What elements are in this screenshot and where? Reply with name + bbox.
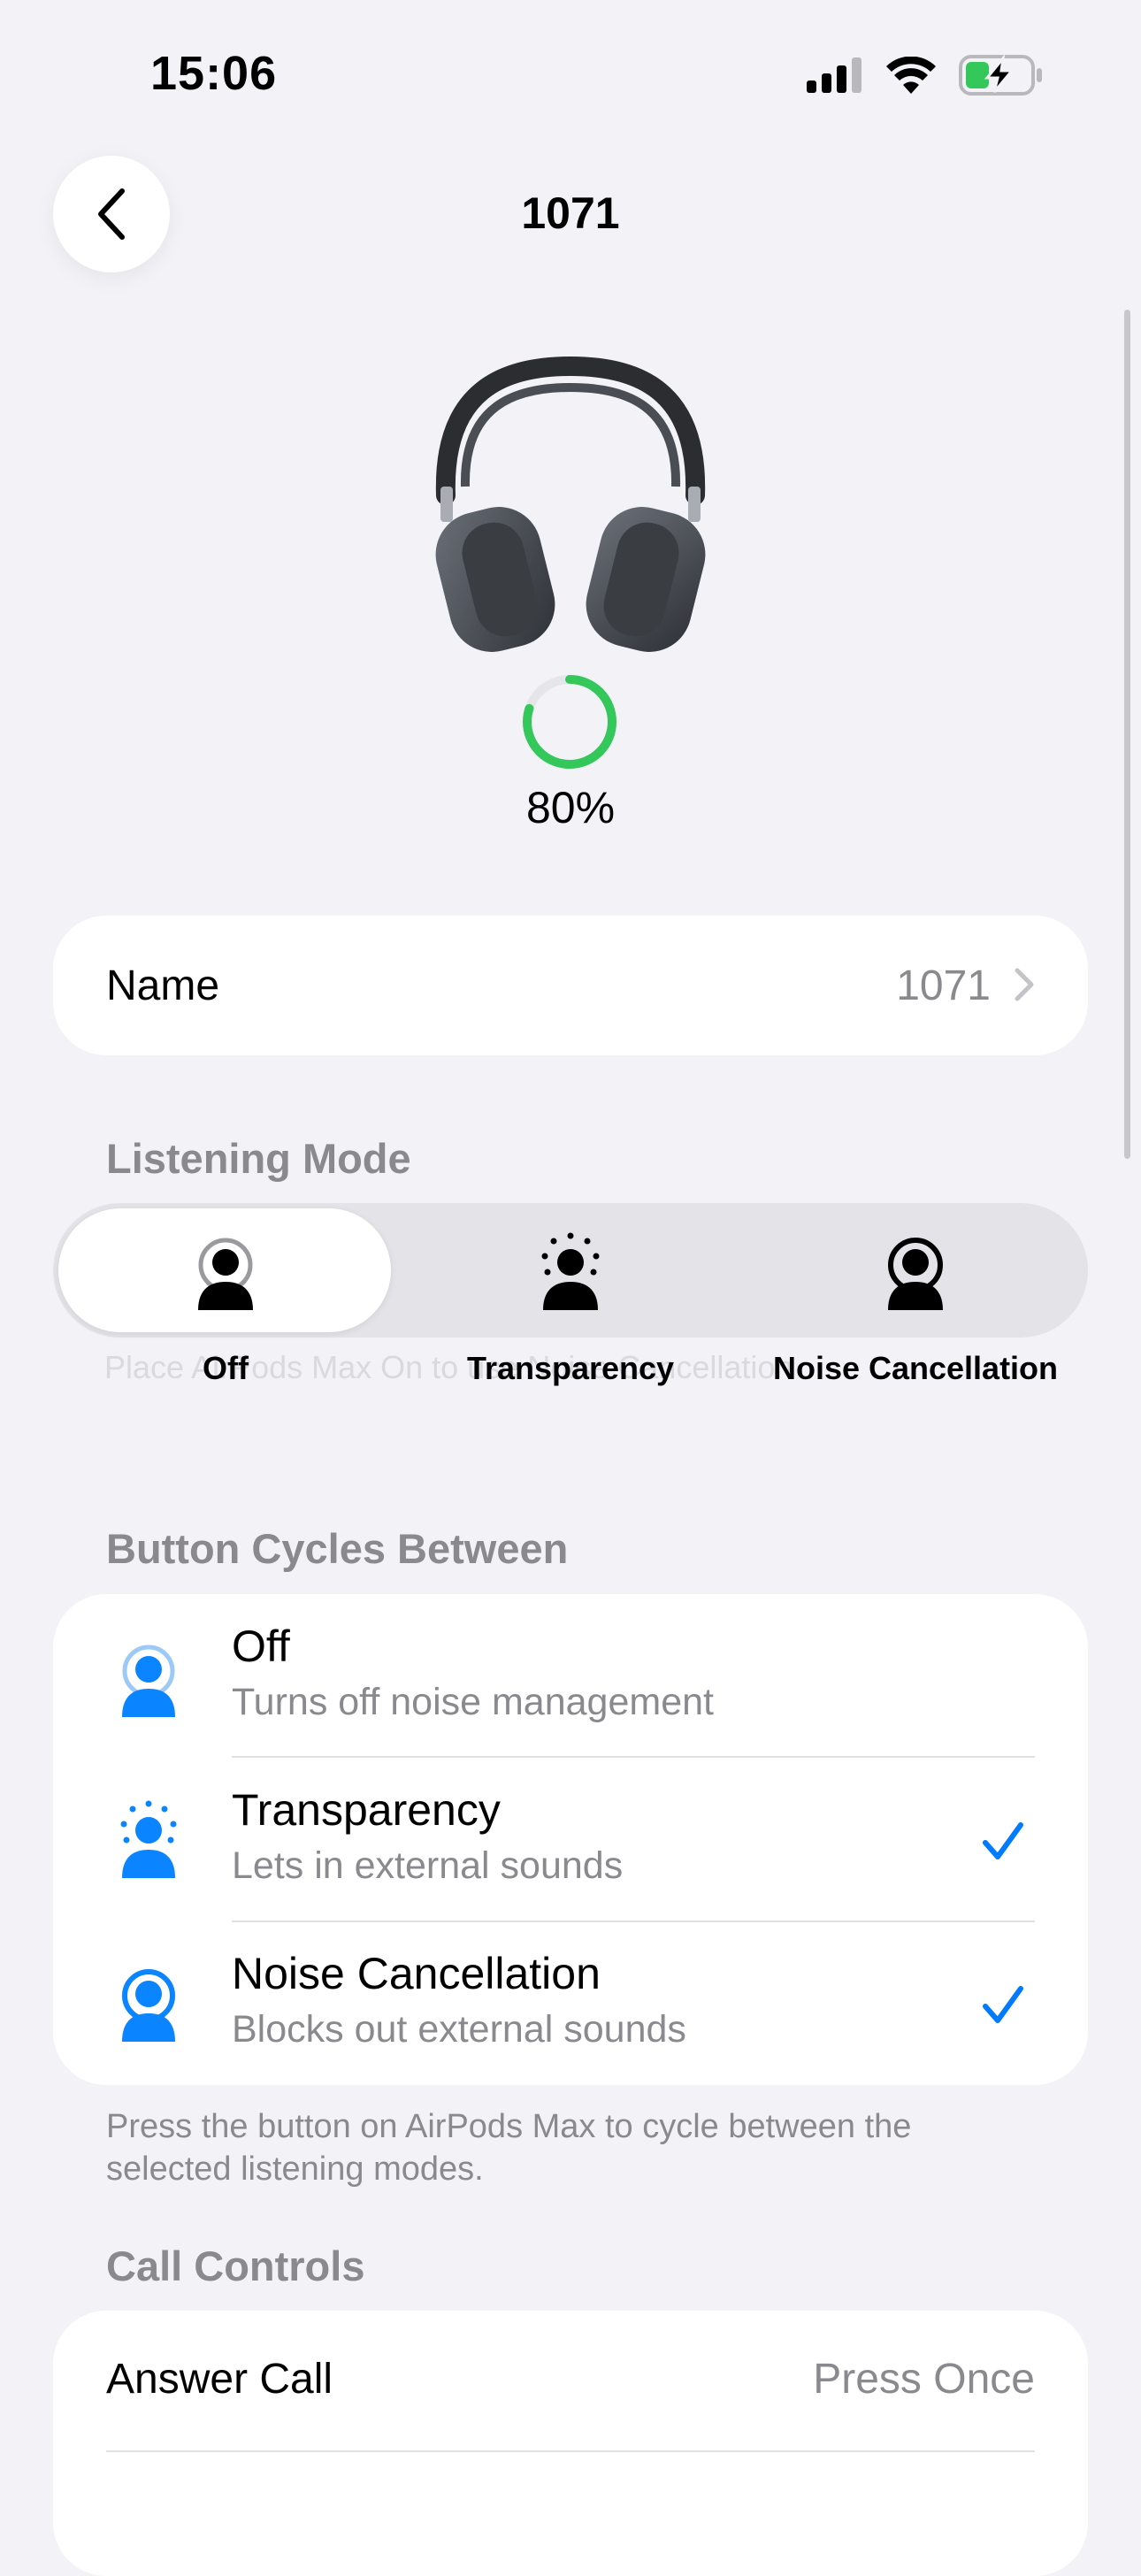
option-title: Noise Cancellation [232, 1949, 601, 1998]
battery-percentage: 80% [525, 783, 616, 832]
answer-call-label: Answer Call [106, 2356, 333, 2403]
name-label: Name [106, 962, 220, 1009]
button-cycles-list: Off Turns off noise management Transpare… [53, 1594, 1088, 2085]
transparency-blue-icon [120, 1800, 177, 1878]
answer-call-value: Press Once [813, 2356, 1035, 2403]
call-controls-list: Answer Call Press Once [53, 2311, 1088, 2576]
listening-off-blue-icon [122, 1644, 175, 1717]
headphones-image [435, 356, 706, 652]
checkmark-icon [983, 1822, 1023, 1859]
name-value: 1071 [896, 962, 991, 1009]
transparency-icon[interactable] [541, 1232, 600, 1310]
battery-ring [523, 675, 616, 769]
cycle-option-off[interactable]: Off Turns off noise management [53, 1594, 1088, 1758]
segment-transparency[interactable]: Transparency [420, 1350, 721, 1387]
option-title: Off [232, 1622, 290, 1671]
call-controls-header: Call Controls [106, 2242, 365, 2289]
segment-noise-cancellation[interactable]: Noise Cancellation [765, 1350, 1066, 1387]
option-subtitle: Blocks out external sounds [232, 2008, 686, 2051]
option-title: Transparency [232, 1785, 501, 1835]
cycle-option-transparency[interactable]: Transparency Lets in external sounds [53, 1758, 1088, 1921]
listening-off-icon[interactable] [196, 1236, 255, 1310]
cellular-signal-icon [807, 58, 861, 93]
checkmark-icon [983, 1986, 1023, 2023]
option-subtitle: Lets in external sounds [232, 1844, 624, 1887]
page-title: 1071 [521, 188, 620, 238]
button-cycles-footnote: Press the button on AirPods Max to cycle… [106, 2108, 912, 2188]
listening-mode-header: Listening Mode [106, 1135, 411, 1182]
wifi-icon [886, 57, 936, 94]
name-row[interactable]: Name 1071 [53, 916, 1088, 1055]
status-time: 15:06 [150, 47, 278, 100]
option-subtitle: Turns off noise management [232, 1681, 714, 1723]
status-icons [807, 53, 1044, 97]
segment-off[interactable]: Off [75, 1350, 376, 1387]
chevron-right-icon [1015, 968, 1034, 1001]
button-cycles-header: Button Cycles Between [106, 1525, 569, 1572]
scrollbar[interactable] [1124, 310, 1130, 1159]
divider [106, 2450, 1035, 2452]
noise-cancellation-icon[interactable] [886, 1236, 945, 1310]
cycle-option-noise-cancellation[interactable]: Noise Cancellation Blocks out external s… [53, 1921, 1088, 2085]
battery-charging-icon [959, 55, 1042, 96]
answer-call-row[interactable]: Answer Call Press Once [53, 2311, 1088, 2452]
noise-cancellation-blue-icon [122, 1969, 175, 2042]
